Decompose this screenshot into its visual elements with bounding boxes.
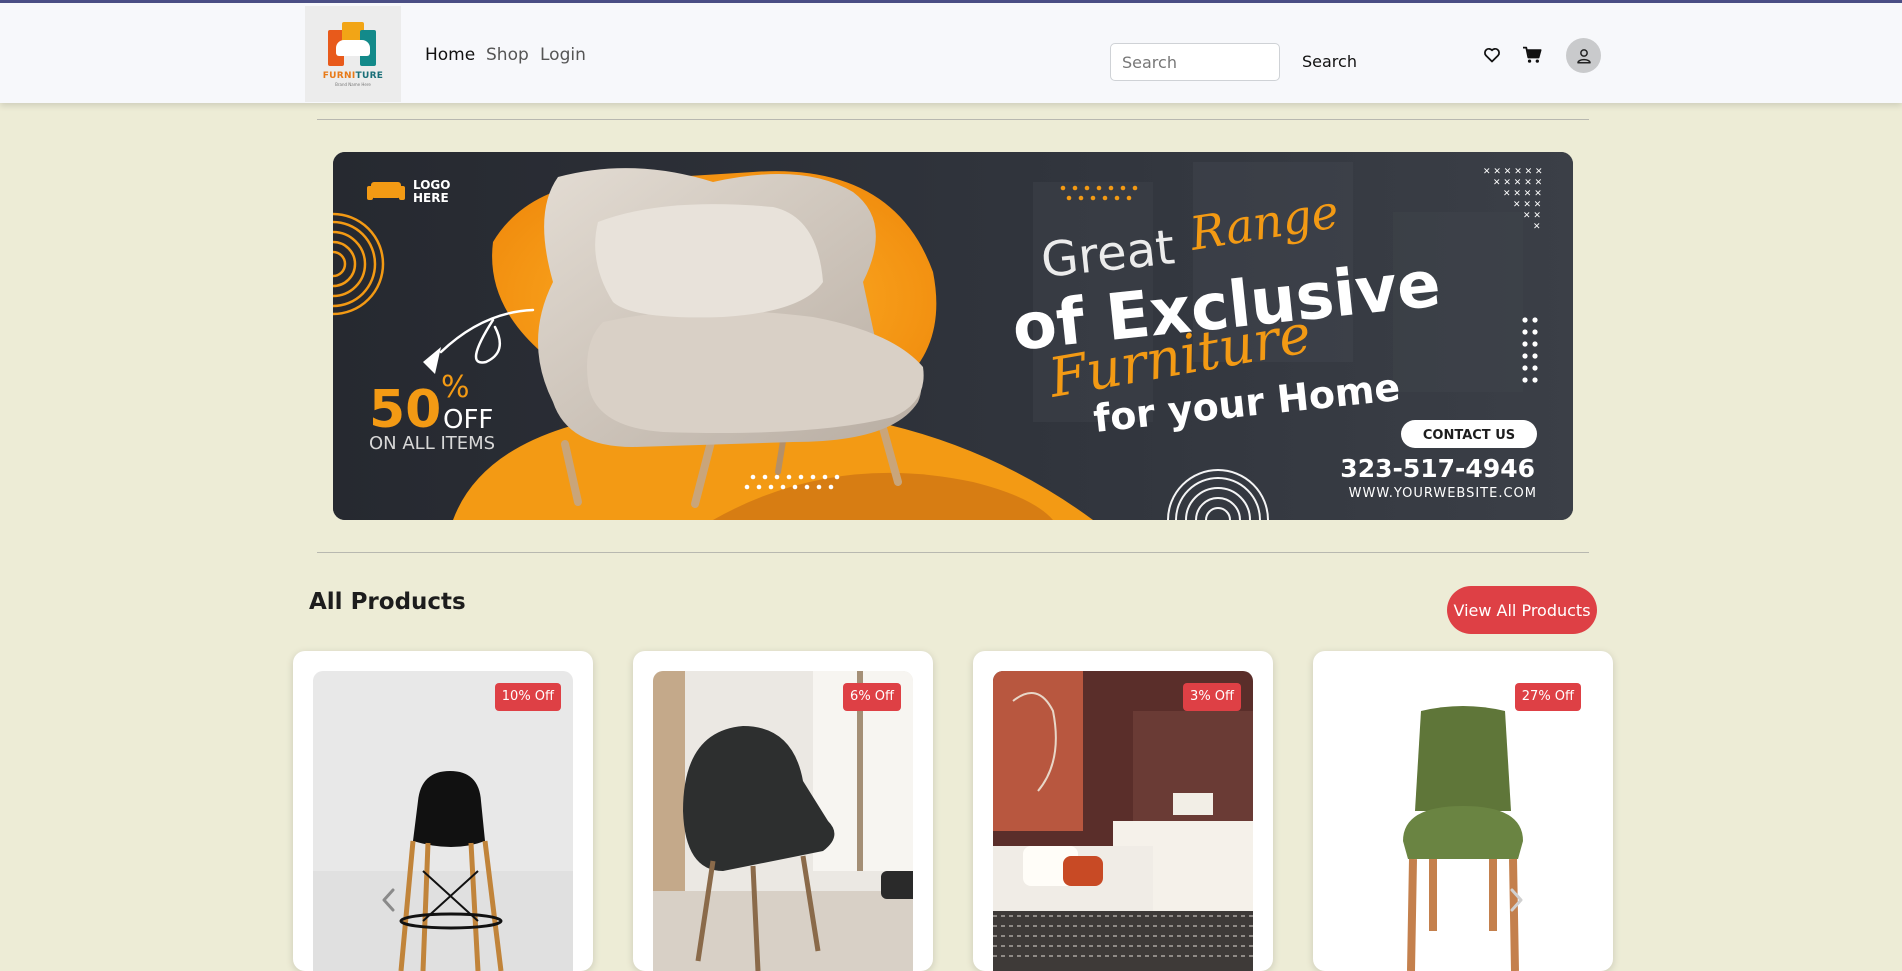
- logo-mark-icon: [328, 21, 378, 68]
- banner-phone: 323-517-4946: [1340, 454, 1535, 483]
- user-avatar[interactable]: [1566, 38, 1601, 73]
- divider-bottom: [317, 552, 1589, 553]
- svg-text:✕ ✕ ✕ ✕ ✕: ✕ ✕ ✕ ✕ ✕: [1493, 178, 1542, 188]
- product-card[interactable]: 3% Off: [973, 651, 1273, 971]
- product-image[interactable]: [993, 671, 1253, 971]
- nav-link-shop[interactable]: Shop: [486, 45, 529, 65]
- banner-website: WWW.YOURWEBSITE.COM: [1349, 486, 1537, 501]
- banner-logo-line2: HERE: [413, 191, 449, 205]
- contact-us-label: CONTACT US: [1423, 428, 1515, 443]
- search-button[interactable]: Search: [1302, 52, 1357, 71]
- discount-subtext: ON ALL ITEMS: [369, 433, 495, 454]
- search-input[interactable]: [1110, 43, 1280, 81]
- discount-badge: 10% Off: [494, 683, 561, 711]
- svg-text:✕: ✕: [1533, 222, 1541, 232]
- carousel-next-chevron-right-icon[interactable]: [1501, 885, 1531, 915]
- product-card[interactable]: 6% Off: [633, 651, 933, 971]
- svg-text:✕ ✕ ✕ ✕: ✕ ✕ ✕ ✕: [1503, 189, 1542, 199]
- discount-off: OFF: [443, 405, 493, 435]
- view-all-products-button[interactable]: View All Products: [1447, 586, 1597, 634]
- discount-percent: %: [441, 370, 470, 405]
- sofa-logo-icon: [367, 182, 405, 200]
- product-image[interactable]: [1333, 671, 1593, 971]
- banner-logo-line1: LOGO: [413, 178, 450, 192]
- nav-link-login[interactable]: Login: [540, 45, 586, 65]
- nav-link-home[interactable]: Home: [425, 45, 475, 65]
- user-icon: [1576, 48, 1591, 63]
- hero-banner: ✕ ✕ ✕ ✕ ✕ ✕ ✕ ✕ ✕ ✕ ✕ ✕ ✕ ✕ ✕ ✕ ✕ ✕ ✕ ✕ …: [333, 152, 1573, 520]
- discount-badge: 27% Off: [1514, 683, 1581, 711]
- wishlist-heart-icon[interactable]: [1480, 43, 1504, 67]
- discount-number: 50: [369, 380, 441, 440]
- product-card[interactable]: 10% Off: [293, 651, 593, 971]
- product-image[interactable]: [313, 671, 573, 971]
- cart-icon[interactable]: [1520, 43, 1544, 67]
- carousel-prev-chevron-left-icon[interactable]: [374, 885, 404, 915]
- svg-text:✕ ✕: ✕ ✕: [1523, 211, 1541, 221]
- svg-text:✕ ✕ ✕ ✕ ✕ ✕: ✕ ✕ ✕ ✕ ✕ ✕: [1483, 167, 1543, 177]
- brand-logo[interactable]: FURNITURE Brand Name Here: [305, 6, 401, 102]
- navbar: FURNITURE Brand Name Here Home Shop Logi…: [0, 3, 1902, 103]
- product-card[interactable]: 27% Off: [1313, 651, 1613, 971]
- discount-badge: 3% Off: [1183, 683, 1241, 711]
- product-image[interactable]: [653, 671, 913, 971]
- section-title: All Products: [309, 589, 466, 615]
- logo-tagline: Brand Name Here: [335, 81, 371, 87]
- logo-wordmark: FURNITURE: [322, 70, 384, 81]
- svg-text:✕ ✕ ✕: ✕ ✕ ✕: [1513, 200, 1541, 210]
- divider-top: [317, 119, 1589, 120]
- discount-badge: 6% Off: [843, 683, 901, 711]
